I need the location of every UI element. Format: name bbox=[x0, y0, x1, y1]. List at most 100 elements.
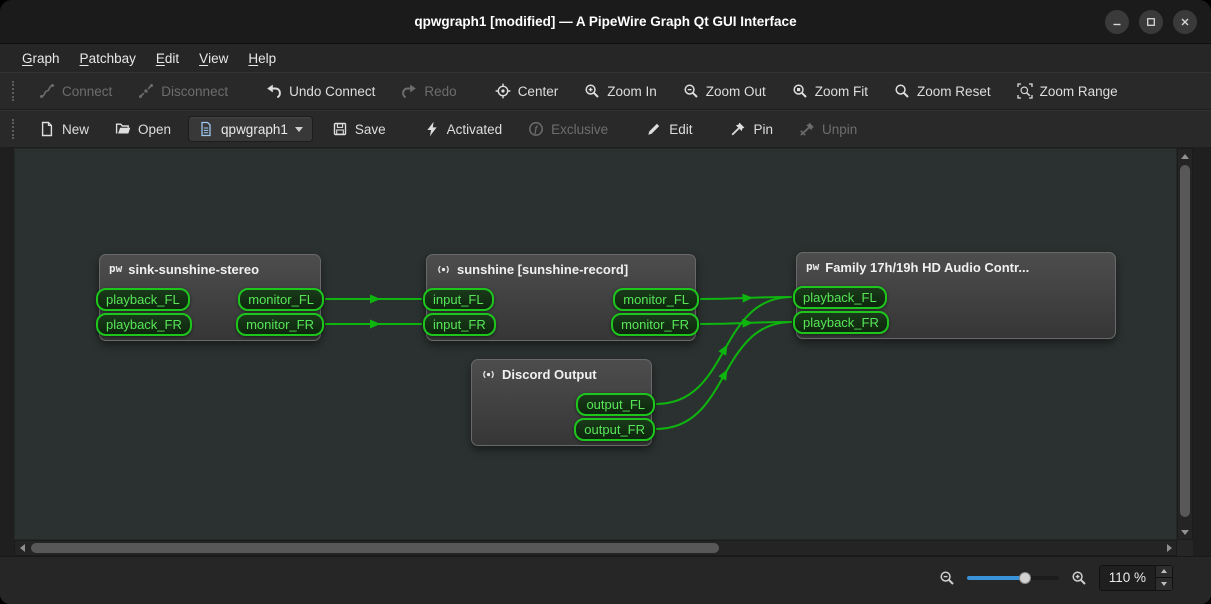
scroll-right-button[interactable] bbox=[1162, 541, 1176, 555]
open-button[interactable]: Open bbox=[106, 116, 180, 142]
zoom-spin-down-button[interactable] bbox=[1156, 577, 1172, 590]
vertical-scrollbar-handle[interactable] bbox=[1180, 165, 1190, 517]
toolbar-separator bbox=[709, 129, 721, 130]
scroll-down-button[interactable] bbox=[1178, 525, 1192, 539]
zoom-fit-button[interactable]: Zoom Fit bbox=[783, 78, 877, 104]
node-title-text: Discord Output bbox=[502, 367, 597, 382]
arrow-left-icon bbox=[20, 544, 25, 552]
title-bar[interactable]: qpwgraph1 [modified] — A PipeWire Graph … bbox=[0, 0, 1211, 44]
save-label: Save bbox=[355, 122, 386, 137]
zoom-spin-up-button[interactable] bbox=[1156, 566, 1172, 578]
zoom-in-icon[interactable] bbox=[1071, 570, 1087, 586]
save-icon bbox=[332, 121, 348, 137]
menu-patchbay[interactable]: Patchbay bbox=[70, 44, 146, 72]
port-monitor_FL-output[interactable]: monitor_FL bbox=[613, 288, 699, 311]
menu-edit-rest: dit bbox=[165, 51, 179, 66]
patchbay-selector-combo[interactable]: qpwgraph1 bbox=[188, 116, 313, 142]
minimize-icon bbox=[1111, 16, 1123, 28]
zoom-out-button[interactable]: Zoom Out bbox=[674, 78, 775, 104]
exclusive-icon bbox=[528, 121, 544, 137]
port-monitor_FR-output[interactable]: monitor_FR bbox=[611, 313, 699, 336]
disconnect-button[interactable]: Disconnect bbox=[129, 78, 237, 104]
edit-button[interactable]: Edit bbox=[637, 116, 701, 142]
center-icon bbox=[495, 83, 511, 99]
vertical-scrollbar[interactable] bbox=[1177, 148, 1193, 540]
activated-toggle[interactable]: Activated bbox=[415, 116, 512, 142]
node-sink-sunshine-stereo[interactable]: pw sink-sunshine-stereo playback_FL play… bbox=[99, 254, 321, 341]
arrow-down-icon bbox=[1181, 530, 1189, 535]
new-button[interactable]: New bbox=[30, 116, 98, 142]
port-input_FL-input[interactable]: input_FL bbox=[423, 288, 494, 311]
toolbar-drag-handle[interactable] bbox=[12, 81, 20, 101]
menu-help[interactable]: Help bbox=[238, 44, 286, 72]
exclusive-toggle[interactable]: Exclusive bbox=[519, 116, 617, 142]
horizontal-scrollbar[interactable] bbox=[14, 540, 1177, 556]
undo-connect-label: Undo Connect bbox=[289, 84, 375, 99]
port-playback_FR-input[interactable]: playback_FR bbox=[96, 313, 192, 336]
zoom-slider-handle[interactable] bbox=[1019, 572, 1031, 584]
port-input_FR-input[interactable]: input_FR bbox=[423, 313, 496, 336]
port-monitor_FL-output[interactable]: monitor_FL bbox=[238, 288, 324, 311]
port-output_FR-output[interactable]: output_FR bbox=[574, 418, 655, 441]
menu-view[interactable]: View bbox=[189, 44, 238, 72]
zoom-slider[interactable] bbox=[967, 570, 1059, 586]
menu-view-mnemonic: V bbox=[199, 51, 208, 66]
port-output_FL-output[interactable]: output_FL bbox=[576, 393, 655, 416]
open-folder-icon bbox=[115, 121, 131, 137]
minimize-button[interactable] bbox=[1105, 10, 1129, 34]
undo-icon bbox=[266, 83, 282, 99]
node-sunshine-record[interactable]: sunshine [sunshine-record] input_FL inpu… bbox=[426, 254, 696, 341]
zoom-out-icon[interactable] bbox=[939, 570, 955, 586]
patchbay-toolbar: New Open qpwgraph1 Save Activated Exclus… bbox=[0, 110, 1211, 148]
node-family-hd-audio[interactable]: pw Family 17h/19h HD Audio Contr... play… bbox=[796, 252, 1116, 339]
horizontal-scrollbar-handle[interactable] bbox=[31, 543, 719, 553]
zoom-reset-button[interactable]: Zoom Reset bbox=[885, 78, 1000, 104]
zoom-range-label: Zoom Range bbox=[1040, 84, 1118, 99]
toolbar-drag-handle[interactable] bbox=[12, 119, 20, 139]
zoom-out-label: Zoom Out bbox=[706, 84, 766, 99]
graph-viewport: pw sink-sunshine-stereo playback_FL play… bbox=[14, 148, 1193, 556]
graph-canvas[interactable]: pw sink-sunshine-stereo playback_FL play… bbox=[14, 148, 1177, 540]
redo-label: Redo bbox=[424, 84, 456, 99]
scrollbar-corner bbox=[1177, 540, 1193, 556]
zoom-in-button[interactable]: Zoom In bbox=[575, 78, 666, 104]
connection sunshine [sunshine-record]:monitor_FR -> Family 17h/19h HD Audio Contr...:playback_FR[interactable] bbox=[700, 322, 792, 324]
menu-edit[interactable]: Edit bbox=[146, 44, 189, 72]
pipewire-icon: pw bbox=[109, 262, 122, 275]
unpin-button[interactable]: Unpin bbox=[790, 116, 866, 142]
node-title: sunshine [sunshine-record] bbox=[427, 255, 695, 277]
zoom-range-icon bbox=[1017, 83, 1033, 99]
connection sunshine [sunshine-record]:monitor_FL -> Family 17h/19h HD Audio Contr...:playback_FL[interactable] bbox=[700, 297, 792, 299]
port-playback_FR-input[interactable]: playback_FR bbox=[793, 311, 889, 334]
redo-icon bbox=[401, 83, 417, 99]
center-button[interactable]: Center bbox=[486, 78, 568, 104]
menu-help-mnemonic: H bbox=[248, 51, 258, 66]
redo-button[interactable]: Redo bbox=[392, 78, 465, 104]
center-label: Center bbox=[518, 84, 559, 99]
close-button[interactable] bbox=[1173, 10, 1197, 34]
maximize-icon bbox=[1145, 16, 1157, 28]
connect-button[interactable]: Connect bbox=[30, 78, 121, 104]
zoom-range-button[interactable]: Zoom Range bbox=[1008, 78, 1127, 104]
pin-button[interactable]: Pin bbox=[721, 116, 782, 142]
menu-patchbay-mnemonic: P bbox=[80, 51, 89, 66]
menu-graph[interactable]: Graph bbox=[12, 44, 70, 72]
graph-toolbar: Connect Disconnect Undo Connect Redo Cen… bbox=[0, 72, 1211, 110]
scroll-up-button[interactable] bbox=[1178, 149, 1192, 163]
zoom-fit-label: Zoom Fit bbox=[815, 84, 868, 99]
save-button[interactable]: Save bbox=[323, 116, 395, 142]
maximize-button[interactable] bbox=[1139, 10, 1163, 34]
window-controls bbox=[1105, 0, 1197, 43]
window-title: qpwgraph1 [modified] — A PipeWire Graph … bbox=[414, 14, 796, 29]
port-playback_FL-input[interactable]: playback_FL bbox=[793, 286, 887, 309]
port-monitor_FR-output[interactable]: monitor_FR bbox=[236, 313, 324, 336]
scroll-left-button[interactable] bbox=[15, 541, 29, 555]
port-playback_FL-input[interactable]: playback_FL bbox=[96, 288, 190, 311]
zoom-spinbox[interactable]: 110 % bbox=[1099, 565, 1173, 591]
node-title: pw sink-sunshine-stereo bbox=[100, 255, 320, 277]
undo-connect-button[interactable]: Undo Connect bbox=[257, 78, 384, 104]
node-discord-output[interactable]: Discord Output output_FL output_FR bbox=[471, 359, 652, 446]
connections-layer bbox=[15, 149, 1177, 540]
node-title-text: sink-sunshine-stereo bbox=[128, 262, 259, 277]
connect-label: Connect bbox=[62, 84, 112, 99]
